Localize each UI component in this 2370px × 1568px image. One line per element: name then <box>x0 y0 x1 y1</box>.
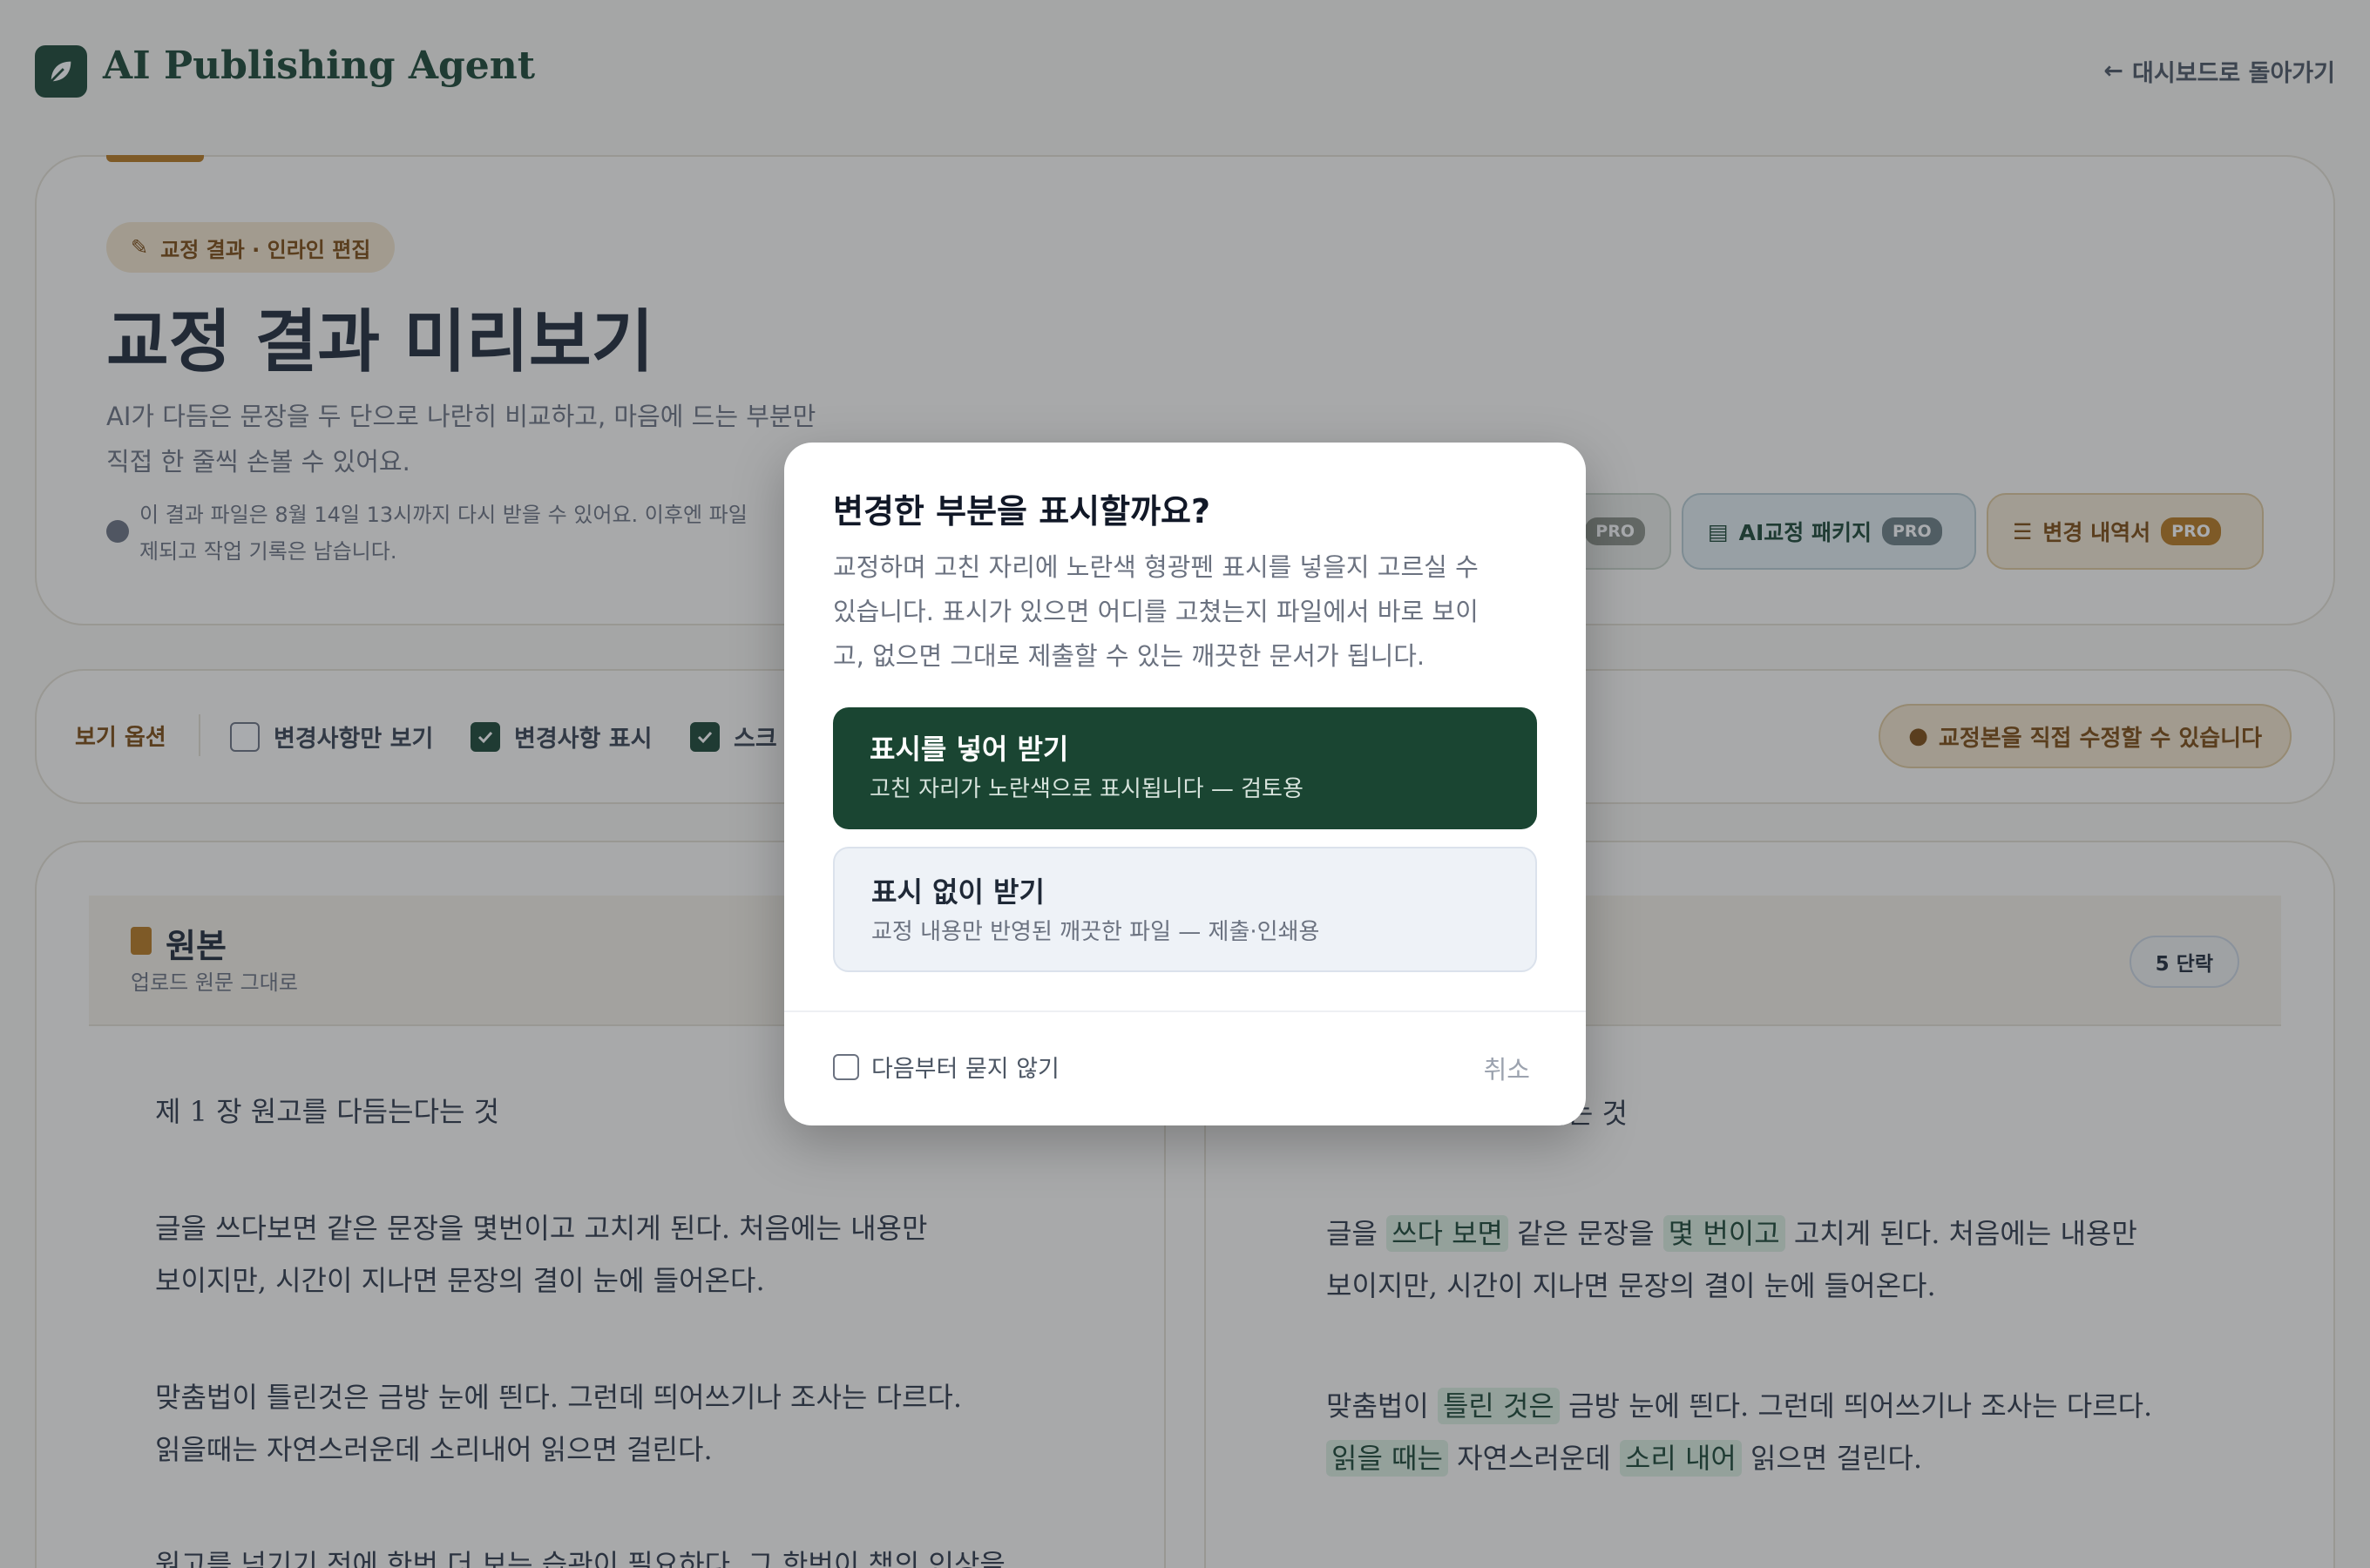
dialog-body: 교정하며 고친 자리에 노란색 형광펜 표시를 넣을지 고르실 수 있습니다. … <box>833 552 1479 671</box>
download-with-highlights-button[interactable]: 표시를 넣어 받기 고친 자리가 노란색으로 표시됩니다 — 검토용 <box>833 707 1537 829</box>
dont-ask-label: 다음부터 묻지 않기 <box>871 1056 1060 1083</box>
dont-ask-again-checkbox[interactable]: 다음부터 묻지 않기 <box>833 1050 1060 1084</box>
primary-option-title: 표시를 넣어 받기 <box>870 733 1069 766</box>
checkbox[interactable] <box>833 1053 859 1080</box>
download-clean-button[interactable]: 표시 없이 받기 교정 내용만 반영된 깨끗한 파일 — 제출·인쇄용 <box>833 847 1537 972</box>
dialog-title: 변경한 부분을 표시할까요? <box>833 492 1211 531</box>
highlight-choice-dialog: 변경한 부분을 표시할까요? 교정하며 고친 자리에 노란색 형광펜 표시를 넣… <box>784 443 1586 1125</box>
cancel-button[interactable]: 취소 <box>1484 1050 1530 1086</box>
primary-option-subtitle: 고친 자리가 노란색으로 표시됩니다 — 검토용 <box>870 776 1304 802</box>
secondary-option-title: 표시 없이 받기 <box>871 875 1045 909</box>
dialog-divider <box>784 1010 1586 1012</box>
secondary-option-subtitle: 교정 내용만 반영된 깨끗한 파일 — 제출·인쇄용 <box>871 919 1320 945</box>
